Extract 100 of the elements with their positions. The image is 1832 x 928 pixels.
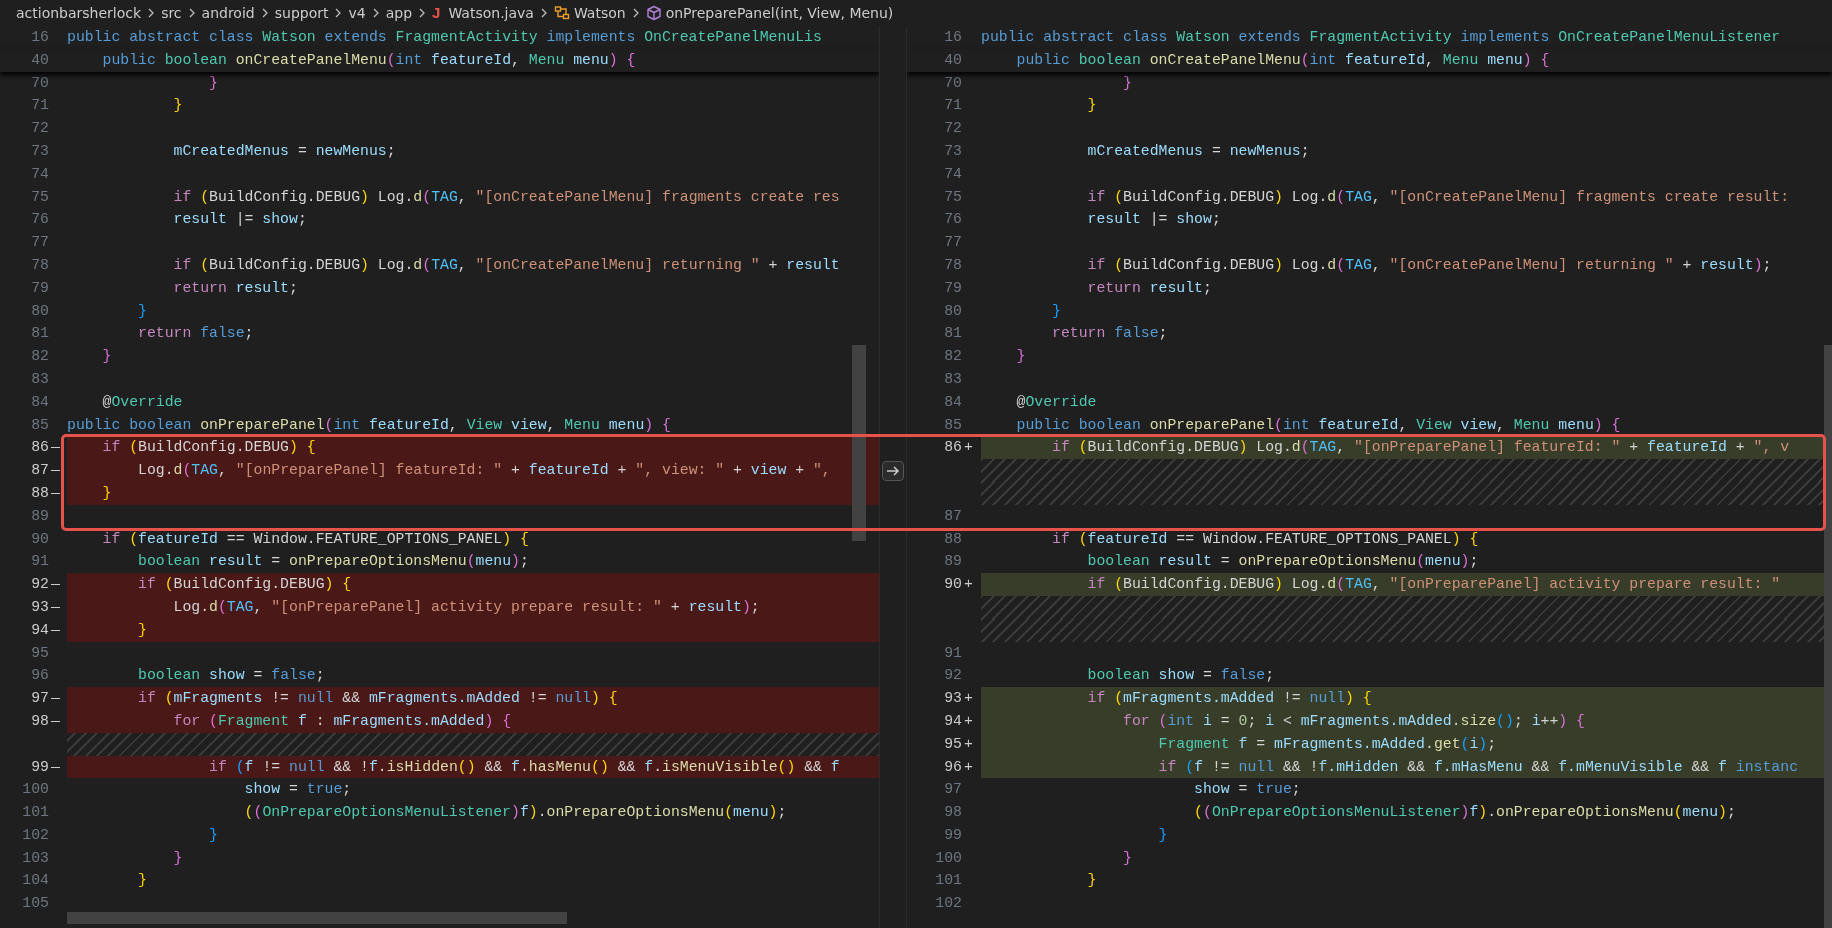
added-marker: + [963, 438, 974, 458]
added-marker: + [963, 689, 974, 709]
code-line: return result; [172, 279, 298, 296]
line-number: 73 [943, 142, 962, 161]
code-line: } [1122, 849, 1132, 866]
code-line: public boolean onPreparePanel(int featureId, View view, Menu menu) { [67, 416, 671, 433]
breadcrumb-item[interactable]: actionbarsherlock [16, 2, 142, 24]
code-line: boolean show = false; [1086, 667, 1275, 684]
line-number: 95 [943, 734, 962, 754]
code-line: if (BuildConfig.DEBUG) { [101, 439, 316, 456]
code-line: Log.d(TAG, "[onPreparePanel] activity prepare result: " + result); [172, 598, 760, 615]
code-line: if (mFragments != null && mFragments.mAdded != null) { [137, 690, 618, 707]
breadcrumb-item[interactable]: src [161, 2, 182, 24]
line-number: 85 [30, 415, 49, 435]
breadcrumb-item[interactable]: app [385, 2, 413, 24]
code-line: public boolean onCreatePanelMenu(int featureId, Menu menu) { [1015, 51, 1550, 68]
code-line: for (Fragment f : mFragments.mAdded) { [172, 712, 512, 729]
code-line: ((OnPrepareOptionsMenuListener)f).onPrepareOptionsMenu(menu); [243, 804, 787, 821]
code-line: Log.d(TAG, "[onPreparePanel] featureId: " + featureId + ", view: " + view + ", [137, 462, 831, 479]
removed-marker: — [50, 438, 61, 458]
code-line: @Override [1015, 393, 1097, 410]
code-line: return false; [137, 325, 254, 342]
line-number: 93 [943, 689, 962, 709]
code-line: if (BuildConfig.DEBUG) Log.d(TAG, "[onCreatePanelMenu] returning " + result); [1086, 256, 1772, 273]
line-number: 77 [943, 233, 962, 253]
code-line: mCreatedMenus = newMenus; [1086, 143, 1310, 159]
line-number: 102 [21, 825, 49, 845]
code-line: boolean result = onPrepareOptionsMenu(menu); [1086, 553, 1479, 570]
method-icon [645, 5, 662, 21]
breadcrumb-item[interactable]: Watson.java [448, 2, 534, 24]
line-number: 40 [943, 50, 962, 70]
line-number: 75 [30, 187, 49, 207]
breadcrumb-item[interactable]: v4 [348, 2, 366, 24]
line-number: 91 [30, 552, 49, 572]
code-line: if (featureId == Window.FEATURE_OPTIONS_PANEL) { [101, 530, 529, 547]
line-number: 87 [943, 506, 962, 526]
code-line: } [1015, 348, 1026, 365]
scrollbar-thumb[interactable] [67, 912, 567, 924]
line-number: 84 [943, 392, 962, 412]
line-number: 98 [943, 803, 962, 823]
removed-marker: — [50, 597, 61, 617]
line-number: 89 [30, 506, 49, 526]
code-line: } [101, 348, 112, 365]
line-number: 99 [943, 825, 962, 845]
code-line: @Override [101, 393, 183, 410]
line-number: 70 [943, 73, 962, 93]
line-number: 105 [21, 894, 49, 914]
breadcrumb-item[interactable]: android [201, 2, 255, 24]
breadcrumb-item[interactable]: Watson [573, 2, 626, 24]
line-number: 79 [943, 278, 962, 298]
code-line: ((OnPrepareOptionsMenuListener)f).onPrepareOptionsMenu(menu); [1193, 804, 1736, 821]
line-number: 78 [30, 255, 49, 275]
line-number: 88 [30, 483, 49, 503]
code-line: public boolean onPreparePanel(int featureId, View view, Menu menu) { [1015, 416, 1621, 433]
breadcrumb-item[interactable]: support [274, 2, 329, 24]
line-number: 90 [30, 529, 49, 549]
scrollbar-thumb[interactable] [1824, 345, 1832, 928]
line-number: 74 [943, 164, 962, 184]
line-number: 86 [943, 438, 962, 458]
line-number: 94 [943, 711, 962, 731]
line-number: 81 [943, 324, 962, 344]
line-number: 92 [30, 575, 49, 595]
code-line: } [1051, 302, 1061, 319]
line-number: 96 [30, 666, 49, 686]
line-number: 101 [21, 803, 49, 823]
code-line: } [208, 74, 218, 91]
line-number: 77 [30, 233, 49, 253]
line-number: 72 [30, 119, 49, 139]
arrow-icon [886, 464, 900, 477]
removed-marker: — [50, 461, 61, 481]
line-number: 76 [943, 210, 962, 230]
line-number: 99 [30, 757, 49, 777]
line-number: 101 [934, 871, 962, 891]
line-number: 94 [30, 620, 49, 640]
code-line: boolean show = false; [137, 667, 325, 684]
code-line: } [137, 872, 147, 889]
code-line: public abstract class Watson extends FragmentActivity implements OnCreatePanelMenuListener [981, 29, 1781, 45]
code-line: boolean result = onPrepareOptionsMenu(menu); [137, 553, 529, 570]
code-line: public abstract class Watson extends FragmentActivity implements OnCreatePanelMenuLis [67, 29, 822, 45]
breadcrumb-item[interactable]: onPreparePanel(int, View, Menu) [665, 2, 894, 24]
line-number: 16 [943, 28, 962, 47]
code-line: if (featureId == Window.FEATURE_OPTIONS_PANEL) { [1051, 530, 1479, 547]
line-number: 85 [943, 415, 962, 435]
line-number: 104 [21, 871, 49, 891]
line-number: 78 [943, 255, 962, 275]
code-line: } [172, 849, 183, 866]
code-line: if (BuildConfig.DEBUG) Log.d(TAG, "[onCreatePanelMenu] returning " + result [172, 256, 840, 273]
removed-marker: — [50, 483, 61, 503]
line-number: 80 [943, 301, 962, 321]
added-marker: + [963, 757, 974, 777]
code-line: return false; [1051, 325, 1168, 342]
code-line: return result; [1086, 279, 1212, 296]
java-file-icon: J [432, 1, 441, 25]
scrollbar-thumb[interactable] [852, 345, 866, 541]
code-line: result |= show; [172, 211, 307, 228]
revert-button[interactable] [882, 460, 904, 481]
code-line: } [1157, 826, 1168, 843]
line-number: 87 [30, 461, 49, 481]
code-line: if (f != null && !f.isHidden() && f.hasMenu() && f.isMenuVisible() && f [208, 758, 840, 775]
line-number: 86 [30, 438, 49, 458]
